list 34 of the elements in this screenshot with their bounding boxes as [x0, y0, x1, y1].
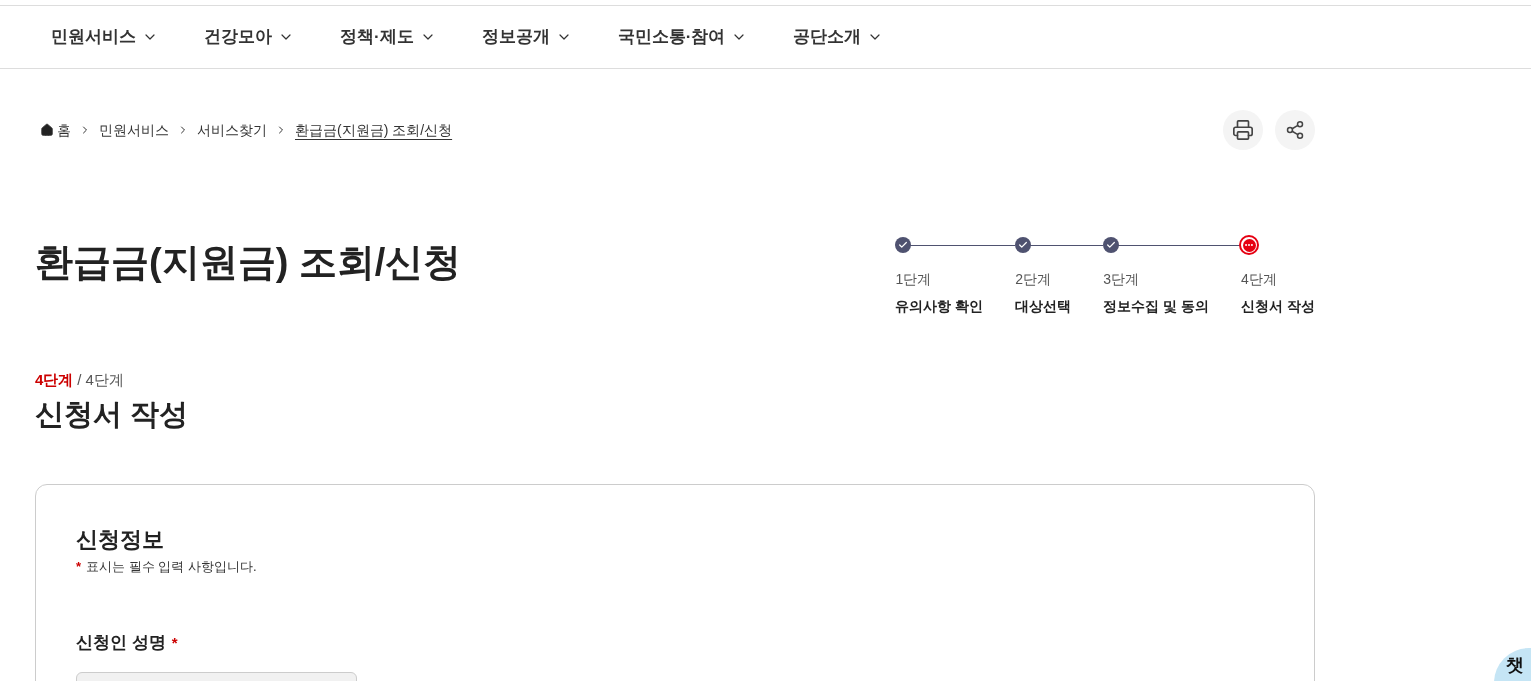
required-mark: * [76, 557, 82, 576]
print-button[interactable] [1223, 110, 1263, 150]
step-title: 신청서 작성 [1241, 297, 1315, 316]
nav-menu-item[interactable]: 정보공개 [481, 24, 572, 50]
share-button[interactable] [1275, 110, 1315, 150]
required-mark: * [171, 632, 178, 653]
step-label: 3단계 [1103, 270, 1141, 289]
breadcrumb-link[interactable]: 민원서비스 [99, 119, 169, 141]
step-title: 정보수집 및 동의 [1103, 297, 1210, 316]
printer-icon [1232, 119, 1254, 141]
field-label: 신청인 성명 [76, 632, 166, 654]
step-separator: / [77, 370, 82, 390]
step-label: 1단계 [895, 270, 933, 289]
current-step: 4단계 [35, 369, 74, 392]
home-link[interactable]: 홈 [40, 119, 71, 141]
step-title: 유의사항 확인 [895, 297, 984, 316]
step-title: 대상선택 [1015, 297, 1072, 316]
home-icon [40, 123, 54, 137]
nav-menu-item[interactable]: 건강모아 [204, 24, 294, 50]
form-title: 신청정보 [76, 525, 165, 554]
step-label: 2단계 [1015, 270, 1053, 289]
breadcrumb-link[interactable]: 서비스찾기 [197, 119, 267, 141]
nav-menu-item[interactable]: 공단소개 [793, 24, 884, 50]
required-note: 표시는 필수 입력 사항입니다. [86, 557, 257, 576]
share-icon [1285, 120, 1305, 140]
step-label: 4단계 [1241, 270, 1278, 289]
nav-menu-item[interactable]: 정책·제도 [340, 24, 436, 50]
chatbot-button[interactable]: 챗 [1494, 648, 1531, 681]
nav-menu-item[interactable]: 국민소통·참여 [617, 24, 748, 50]
section-title: 신청서 작성 [35, 396, 190, 432]
breadcrumb-current[interactable]: 환급금(지원금) 조회/신청 [295, 119, 453, 141]
page-title: 환급금(지원금) 조회/신청 [35, 240, 462, 285]
total-steps: 4단계 [85, 369, 124, 392]
nav-menu-item[interactable]: 민원서비스 [51, 24, 158, 50]
